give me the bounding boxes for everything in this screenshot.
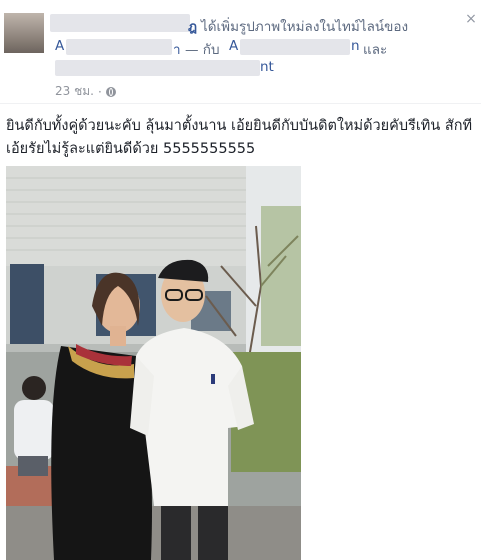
tagged-name-3-redacted[interactable] (55, 60, 260, 76)
tagged-name-3-suffix[interactable]: nt (260, 59, 274, 75)
photo-illustration (6, 166, 301, 560)
tagged-name-redacted[interactable] (66, 39, 172, 55)
author-name-suffix[interactable]: ฎ (188, 15, 197, 37)
timestamp[interactable]: 23 ชม. (55, 82, 94, 101)
post-photo[interactable] (6, 166, 301, 560)
tagged-name-initial-2[interactable]: A (229, 38, 238, 54)
tagged-name-2-redacted[interactable] (240, 39, 350, 55)
and-text: และ (363, 42, 388, 58)
meta-separator: · (97, 84, 102, 99)
tagged-name-suffix[interactable]: า (173, 38, 181, 60)
globe-icon[interactable] (105, 86, 116, 97)
post-action-text: ได้เพิ่มรูปภาพใหม่ลงในไทม์ไลน์ของ (201, 19, 409, 35)
close-icon[interactable]: × (464, 12, 478, 26)
author-avatar[interactable] (4, 13, 44, 53)
tagged-name-2-suffix[interactable]: n (351, 38, 360, 54)
post-meta: 23 ชม. · (55, 82, 116, 101)
author-name-redacted[interactable] (50, 14, 190, 32)
header-divider (0, 103, 481, 104)
with-text: — กับ (185, 42, 220, 58)
tagged-name-initial[interactable]: A (55, 38, 64, 54)
post-message: ยินดีกับทั้งคู่ด้วยนะคับ ลุ้นมาตั้งนาน เ… (6, 118, 473, 157)
